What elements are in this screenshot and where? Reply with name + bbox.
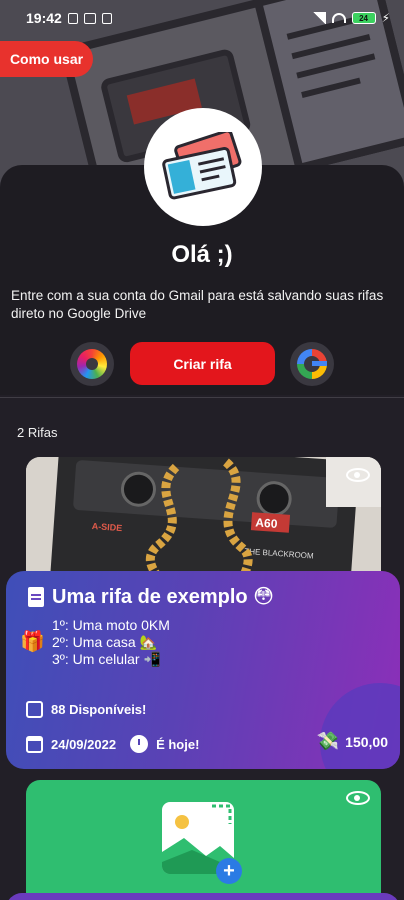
avatar <box>144 108 262 226</box>
divider <box>0 397 404 398</box>
svg-text:A-SIDE: A-SIDE <box>91 521 122 533</box>
raffle-cover-placeholder[interactable]: + <box>26 780 381 900</box>
prize-item: 3º: Um celular 📲 <box>52 651 161 667</box>
clock-icon <box>130 735 149 753</box>
notification-icon <box>67 12 78 24</box>
prize-item: 2º: Uma casa 🏡 <box>52 634 158 650</box>
wifi-icon <box>331 13 346 23</box>
tickets-icon <box>162 132 242 200</box>
google-icon <box>297 349 327 379</box>
available-count: 88 Disponíveis! <box>51 702 147 717</box>
login-description: Entre com a sua conta do Gmail para está… <box>11 288 384 321</box>
draw-status: É hoje! <box>156 736 200 752</box>
raffle-price: 150,00 <box>345 733 388 750</box>
create-raffle-button[interactable]: Criar rifa <box>130 342 275 385</box>
status-bar: 19:42 24 ⚡ <box>0 0 404 36</box>
raffle-card-2[interactable] <box>6 893 400 900</box>
checkbox-icon <box>26 701 43 718</box>
theme-color-button[interactable] <box>70 342 114 386</box>
greeting-title: Olá ;) <box>171 241 233 268</box>
draw-date: 24/09/2022 <box>51 736 117 752</box>
price-row: 💸 150,00 <box>317 731 388 752</box>
date-row: 24/09/2022 É hoje! <box>26 735 199 753</box>
prize-list: 1º: Uma moto 0KM 2º: Uma casa 🏡 3º: Um c… <box>52 617 170 668</box>
raffle-card[interactable]: Uma rifa de exemplo 😳 🎁 1º: Uma moto 0KM… <box>6 571 400 769</box>
gift-icon: 🎁 <box>20 631 45 653</box>
battery-level: 24 <box>359 13 369 23</box>
color-wheel-icon <box>77 349 107 379</box>
how-to-use-button[interactable]: Como usar <box>0 41 93 77</box>
google-login-button[interactable] <box>290 342 334 386</box>
money-icon: 💸 <box>316 731 340 751</box>
available-row: 88 Disponíveis! <box>26 701 146 718</box>
battery-icon: 24 <box>351 12 376 24</box>
document-icon <box>28 586 44 607</box>
svg-text:A60: A60 <box>255 515 278 531</box>
charging-icon: ⚡ <box>381 11 390 25</box>
raffle-title: Uma rifa de exemplo 😳 <box>52 586 275 608</box>
signal-icon <box>311 12 326 24</box>
gmail-notification-icon <box>83 12 96 24</box>
visibility-icon[interactable] <box>346 468 370 482</box>
raffle-title-row: Uma rifa de exemplo 😳 <box>28 584 274 609</box>
visibility-icon[interactable] <box>346 791 370 805</box>
add-image-icon[interactable]: + <box>216 858 242 884</box>
prize-item: 1º: Uma moto 0KM <box>52 617 170 633</box>
status-time: 19:42 <box>26 10 62 26</box>
calendar-icon <box>26 735 43 753</box>
raffles-count: 2 Rifas <box>17 425 58 440</box>
notification-icon-2 <box>101 12 112 24</box>
